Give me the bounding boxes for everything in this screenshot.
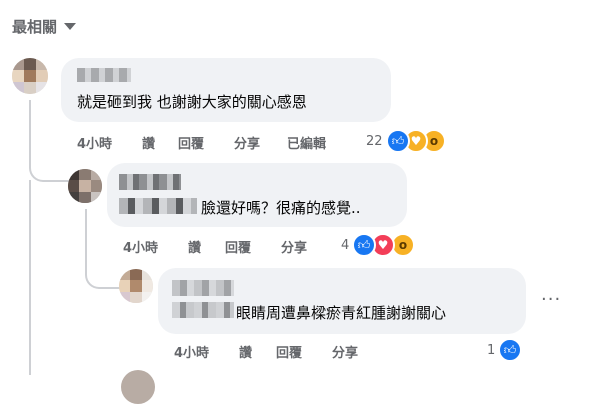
- reply-button[interactable]: 回覆: [225, 237, 251, 256]
- reaction-count[interactable]: 1: [487, 343, 495, 358]
- reaction-count[interactable]: 22: [366, 134, 383, 149]
- comment-text: 就是砸到我 也謝謝大家的關心感恩: [77, 93, 307, 111]
- like-button[interactable]: 讚: [142, 133, 155, 152]
- comment-bubble: 臉還好嗎？很痛的感覺..: [107, 163, 407, 227]
- avatar[interactable]: [68, 169, 102, 203]
- thread-line: [29, 180, 31, 375]
- timestamp[interactable]: 4小時: [123, 237, 158, 256]
- share-button[interactable]: 分享: [234, 133, 260, 152]
- like-icon[interactable]: 👍︎: [386, 129, 410, 153]
- timestamp[interactable]: 4小時: [77, 133, 112, 152]
- thread-line: [85, 209, 123, 289]
- sort-label: 最相關: [12, 18, 58, 36]
- author-name-redacted[interactable]: [77, 68, 131, 82]
- reply-button[interactable]: 回覆: [276, 342, 302, 361]
- caret-down-icon: [64, 23, 77, 30]
- like-button[interactable]: 讚: [239, 342, 252, 361]
- like-icon[interactable]: 👍︎: [352, 233, 376, 257]
- like-icon[interactable]: 👍︎: [498, 338, 522, 362]
- comment-text: 臉還好嗎？很痛的感覺..: [201, 199, 361, 217]
- thread-line: [29, 100, 71, 182]
- reaction-count[interactable]: 4: [341, 238, 349, 253]
- avatar[interactable]: [121, 370, 155, 404]
- author-name-redacted: [172, 302, 234, 318]
- timestamp[interactable]: 4小時: [174, 342, 209, 361]
- comment-actions: 4小時 讚 回覆 分享: [123, 237, 343, 256]
- more-options-icon[interactable]: ···: [541, 289, 561, 310]
- author-name-redacted[interactable]: [172, 280, 234, 296]
- author-name-redacted: [119, 198, 197, 214]
- avatar[interactable]: [12, 58, 48, 94]
- comment-actions: 4小時 讚 回覆 分享: [174, 342, 394, 361]
- comment-bubble: 就是砸到我 也謝謝大家的關心感恩: [61, 58, 391, 122]
- comment-bubble: 眼睛周遭鼻樑瘀青紅腫謝謝關心: [158, 268, 526, 334]
- author-name-redacted[interactable]: [119, 174, 181, 190]
- share-button[interactable]: 分享: [281, 237, 307, 256]
- share-button[interactable]: 分享: [332, 342, 358, 361]
- avatar[interactable]: [119, 269, 153, 303]
- comment-actions: 4小時 讚 回覆 分享 已編輯: [77, 133, 377, 152]
- like-button[interactable]: 讚: [188, 237, 201, 256]
- sort-dropdown[interactable]: 最相關: [12, 16, 77, 37]
- comment-text: 眼睛周遭鼻樑瘀青紅腫謝謝關心: [236, 304, 447, 322]
- edited-label[interactable]: 已編輯: [287, 133, 326, 152]
- reply-button[interactable]: 回覆: [178, 133, 204, 152]
